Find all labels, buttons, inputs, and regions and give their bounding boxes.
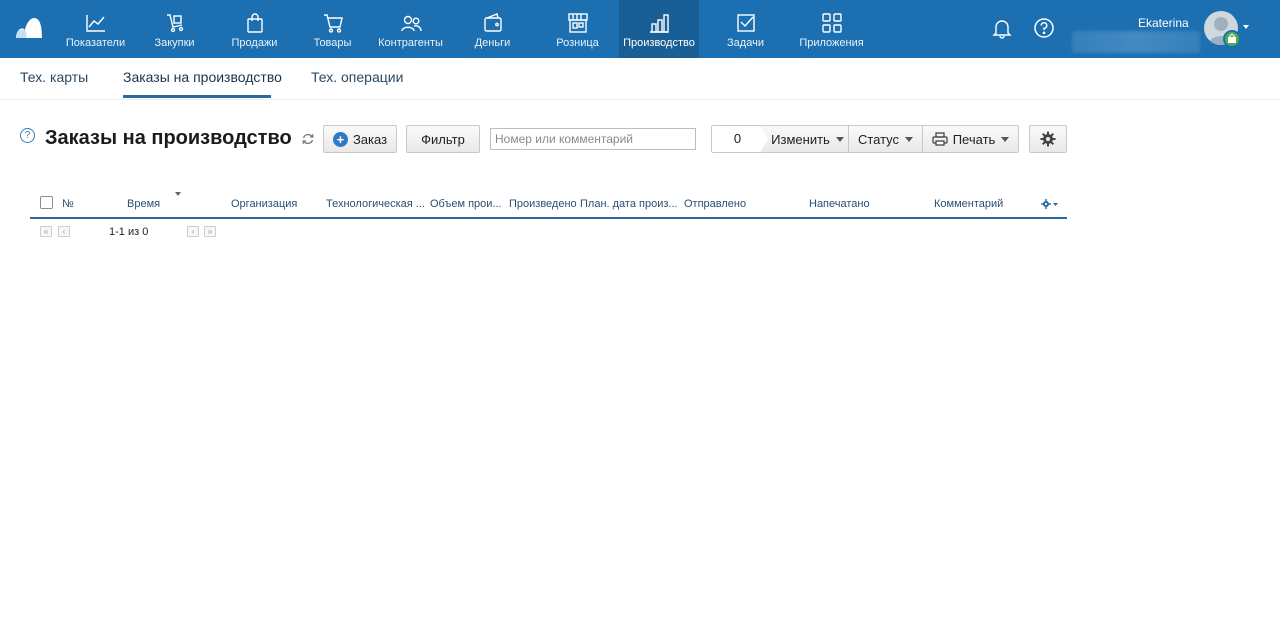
nav-item-production[interactable]: Производство bbox=[619, 0, 699, 58]
nav-item-apps[interactable]: Приложения bbox=[792, 0, 871, 58]
user-account-blurred bbox=[1072, 31, 1200, 53]
plus-circle-icon: + bbox=[332, 131, 348, 147]
nav-item-goods[interactable]: Товары bbox=[293, 0, 372, 58]
print-label: Печать bbox=[952, 131, 996, 147]
cart-icon bbox=[323, 14, 343, 33]
tab-production-orders[interactable]: Заказы на производство bbox=[123, 69, 282, 85]
next-page-button[interactable]: › bbox=[187, 226, 199, 237]
pager-status: 1-1 из 0 bbox=[109, 226, 149, 238]
chevron-down-icon bbox=[905, 136, 914, 142]
nav-item-sales[interactable]: Продажи bbox=[216, 0, 293, 58]
column-header-produced[interactable]: Произведено bbox=[509, 198, 577, 210]
add-order-label: Заказ bbox=[352, 131, 388, 147]
nav-item-indicators[interactable]: Показатели bbox=[58, 0, 133, 58]
help-icon[interactable] bbox=[1033, 17, 1055, 39]
nav-item-retail[interactable]: Розница bbox=[536, 0, 619, 58]
nav-item-purchases[interactable]: Закупки bbox=[133, 0, 216, 58]
store-icon bbox=[567, 13, 588, 33]
filter-button[interactable]: Фильтр bbox=[406, 125, 480, 153]
user-name[interactable]: Ekaterina bbox=[1138, 16, 1189, 30]
bell-icon[interactable] bbox=[991, 17, 1013, 39]
table-header: № Время Организация Технологическая ... … bbox=[30, 188, 1067, 219]
nav-item-money[interactable]: Деньги bbox=[449, 0, 536, 58]
people-icon bbox=[400, 15, 422, 32]
chevron-down-icon bbox=[835, 136, 844, 142]
change-dropdown-button[interactable]: Изменить bbox=[760, 125, 849, 153]
first-page-button[interactable]: « bbox=[40, 226, 52, 237]
search-input[interactable] bbox=[490, 128, 696, 150]
column-header-tech-card[interactable]: Технологическая ... bbox=[326, 198, 425, 210]
tab-tech-operations[interactable]: Тех. операции bbox=[311, 69, 403, 85]
cart-hand-icon bbox=[166, 14, 183, 33]
chart-line-icon bbox=[85, 15, 105, 32]
basket-icon bbox=[1228, 33, 1236, 43]
last-page-button[interactable]: » bbox=[204, 226, 216, 237]
chevron-down-icon[interactable] bbox=[1243, 25, 1249, 29]
page-help-icon[interactable]: ? bbox=[20, 128, 35, 143]
wallet-icon bbox=[483, 13, 502, 32]
nav-label: Продажи bbox=[231, 37, 278, 49]
column-header-number[interactable]: № bbox=[62, 198, 74, 210]
refresh-icon[interactable] bbox=[301, 132, 315, 146]
sort-desc-icon bbox=[175, 192, 181, 196]
status-label: Статус bbox=[857, 131, 900, 147]
column-header-printed[interactable]: Напечатано bbox=[809, 198, 870, 210]
sub-tabs: Тех. карты Заказы на производство Тех. о… bbox=[0, 58, 1280, 100]
selected-count: 0 bbox=[711, 125, 763, 153]
column-header-time[interactable]: Время bbox=[127, 198, 160, 210]
main-nav: Показатели Закупки Продажи Товары Контра… bbox=[58, 0, 871, 58]
nav-label: Задачи bbox=[727, 37, 764, 49]
print-dropdown-button[interactable]: Печать bbox=[923, 125, 1019, 153]
nav-label: Контрагенты bbox=[378, 37, 443, 49]
chevron-down-icon bbox=[1001, 136, 1010, 142]
basket-badge-icon bbox=[1223, 30, 1241, 48]
nav-item-counterparties[interactable]: Контрагенты bbox=[372, 0, 449, 58]
moysklad-logo[interactable] bbox=[14, 16, 44, 40]
checkbox-icon bbox=[736, 14, 755, 32]
gear-icon bbox=[1040, 131, 1056, 147]
nav-label: Закупки bbox=[154, 37, 195, 49]
filter-label: Фильтр bbox=[421, 131, 465, 147]
select-all-checkbox[interactable] bbox=[40, 196, 53, 209]
column-header-organization[interactable]: Организация bbox=[231, 198, 297, 210]
tab-tech-cards[interactable]: Тех. карты bbox=[20, 69, 88, 85]
page-title: Заказы на производство bbox=[45, 127, 292, 149]
nav-label: Розница bbox=[556, 37, 599, 49]
column-header-comment[interactable]: Комментарий bbox=[934, 198, 1003, 210]
column-header-volume[interactable]: Объем прои... bbox=[430, 198, 502, 210]
nav-label: Приложения bbox=[799, 37, 864, 49]
nav-item-tasks[interactable]: Задачи bbox=[699, 0, 792, 58]
nav-label: Деньги bbox=[474, 37, 511, 49]
prev-page-button[interactable]: ‹ bbox=[58, 226, 70, 237]
shopping-bag-icon bbox=[246, 13, 263, 33]
column-header-shipped[interactable]: Отправлено bbox=[684, 198, 746, 210]
nav-label: Товары bbox=[313, 37, 352, 49]
nav-label: Показатели bbox=[65, 37, 126, 49]
top-navigation-bar: Показатели Закупки Продажи Товары Контра… bbox=[0, 0, 1280, 58]
factory-icon bbox=[650, 14, 669, 33]
column-header-planned-date[interactable]: План. дата произ... bbox=[580, 198, 678, 210]
printer-icon bbox=[932, 132, 948, 146]
nav-label: Производство bbox=[623, 37, 695, 49]
column-settings-icon[interactable] bbox=[1041, 198, 1059, 210]
settings-button[interactable] bbox=[1029, 125, 1067, 153]
add-order-button[interactable]: + Заказ bbox=[323, 125, 397, 153]
apps-icon bbox=[821, 13, 842, 33]
status-dropdown-button[interactable]: Статус bbox=[849, 125, 923, 153]
active-tab-indicator bbox=[123, 95, 271, 98]
change-label: Изменить bbox=[771, 131, 830, 147]
